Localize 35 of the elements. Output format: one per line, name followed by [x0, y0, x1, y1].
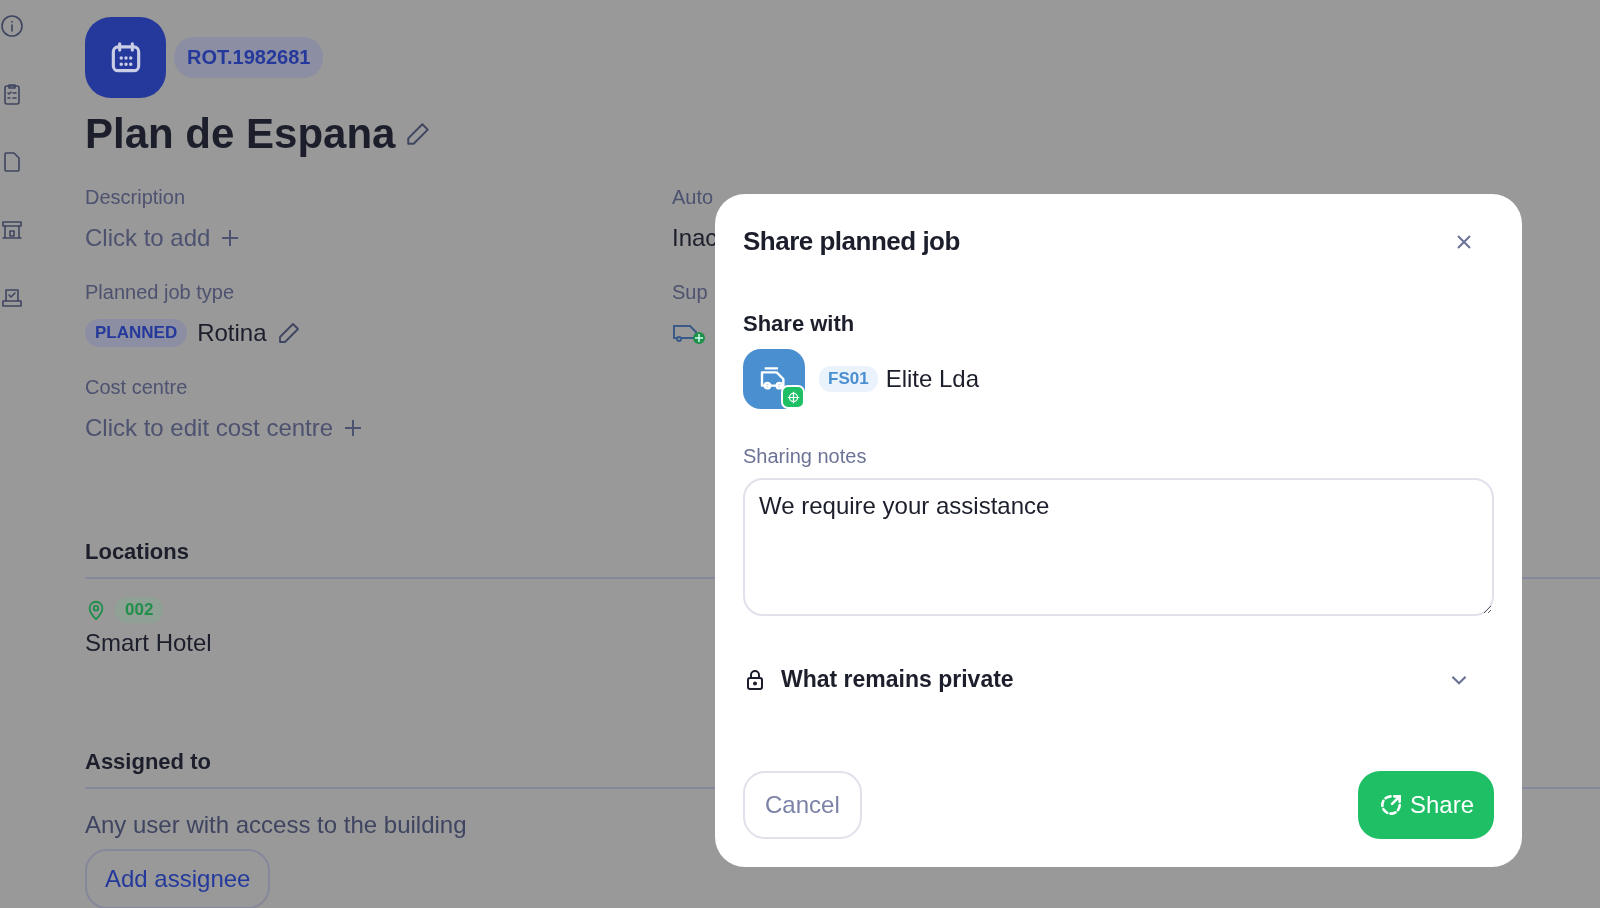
inbox-check-icon[interactable] [0, 286, 24, 310]
location-name: Smart Hotel [85, 629, 213, 657]
recipient-code-badge: FS01 [819, 366, 878, 392]
field-label: Sup [672, 281, 709, 304]
plus-icon[interactable] [343, 418, 364, 438]
field-label: Cost centre [85, 376, 189, 399]
field-label: Sharing notes [743, 445, 868, 468]
add-link[interactable]: Click to add [85, 224, 211, 252]
location-code-badge: 002 [115, 597, 164, 623]
dialog-title: Share planned job [743, 226, 960, 257]
pencil-icon[interactable] [276, 321, 301, 345]
add-link[interactable]: Click to edit cost centre [85, 414, 334, 442]
section-heading: Assigned to [85, 749, 211, 775]
assignee-text: Any user with access to the building [85, 811, 468, 839]
building-icon[interactable] [0, 218, 24, 242]
share-with-heading: Share with [743, 311, 855, 337]
private-section-toggle[interactable]: What remains private [743, 666, 1494, 693]
type-value: Rotina [197, 319, 267, 347]
job-code-badge: ROT.1982681 [174, 37, 324, 78]
field-label: Auto [672, 186, 715, 209]
share-button[interactable]: Share [1357, 771, 1494, 839]
plus-icon[interactable] [220, 228, 241, 248]
recipient-name: Elite Lda [885, 365, 980, 393]
job-title: Plan de Espana [85, 110, 396, 158]
cancel-button[interactable]: Cancel [743, 771, 862, 839]
add-assignee-button[interactable]: Add assignee [85, 849, 271, 908]
pencil-icon[interactable] [405, 121, 432, 147]
notes-field[interactable]: We require your assistance [743, 478, 1494, 616]
field-label: Description [85, 186, 187, 209]
van-avatar [743, 349, 805, 409]
section-heading: Locations [85, 539, 189, 565]
field-value: Inac [672, 224, 718, 252]
info-icon[interactable] [0, 14, 24, 38]
field-label: Planned job type [85, 281, 235, 304]
type-badge: PLANNED [85, 319, 188, 347]
